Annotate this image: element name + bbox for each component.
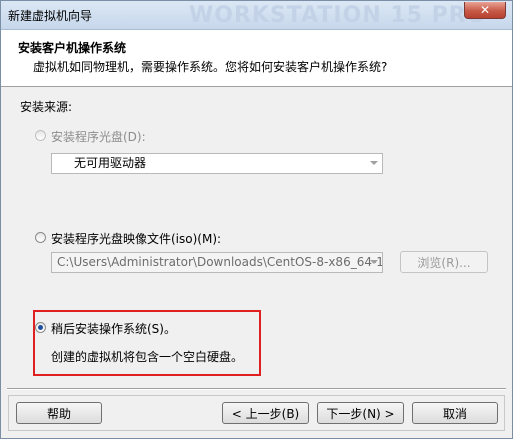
install-later-radio[interactable]	[35, 322, 46, 333]
help-button[interactable]: 帮助	[16, 402, 102, 424]
close-button[interactable]: ✕	[464, 2, 506, 19]
install-later-label: 稍后安装操作系统(S)。	[51, 322, 176, 336]
close-icon: ✕	[479, 3, 491, 17]
disc-radio[interactable]	[35, 130, 46, 141]
next-button[interactable]: 下一步(N) >	[317, 402, 404, 424]
disc-option-label: 安装程序光盘(D):	[51, 130, 146, 144]
drive-select[interactable]: 无可用驱动器	[51, 153, 383, 174]
page-title: 安装客户机操作系统	[18, 41, 127, 55]
window-title: 新建虚拟机向导	[8, 9, 93, 23]
workstation-watermark: WORKSTATION 15 PRO	[189, 3, 487, 28]
install-source-label: 安装来源:	[20, 100, 73, 114]
back-button[interactable]: < 上一步(B)	[222, 402, 309, 424]
wizard-header: 安装客户机操作系统 虚拟机如同物理机，需要操作系统。您将如何安装客户机操作系统?	[1, 30, 512, 87]
iso-path-select[interactable]: C:\Users\Administrator\Downloads\CentOS-…	[51, 252, 383, 273]
drive-select-value: 无可用驱动器	[74, 156, 147, 170]
new-vm-wizard-window: 新建虚拟机向导 WORKSTATION 15 PRO ✕ 安装客户机操作系统 虚…	[0, 0, 513, 439]
iso-option-label: 安装程序光盘映像文件(iso)(M):	[51, 232, 222, 246]
chevron-down-icon	[370, 260, 378, 264]
footer-separator	[7, 388, 506, 390]
iso-path-value: C:\Users\Administrator\Downloads\CentOS-…	[57, 255, 383, 269]
install-later-description: 创建的虚拟机将包含一个空白硬盘。	[51, 350, 244, 364]
page-subtitle: 虚拟机如同物理机，需要操作系统。您将如何安装客户机操作系统?	[33, 60, 388, 74]
browse-button[interactable]: 浏览(R)...	[400, 251, 488, 273]
chevron-down-icon	[370, 161, 378, 165]
iso-radio[interactable]	[35, 232, 46, 243]
title-bar[interactable]: 新建虚拟机向导 WORKSTATION 15 PRO ✕	[1, 1, 512, 30]
cancel-button[interactable]: 取消	[412, 402, 498, 424]
